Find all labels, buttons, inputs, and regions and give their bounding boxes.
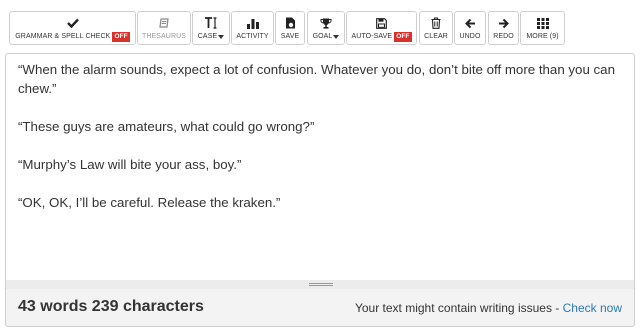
save-button[interactable]: SAVE	[275, 11, 305, 45]
grip-icon	[309, 283, 333, 286]
paragraph[interactable]: “OK, OK, I’ll be careful. Release the kr…	[18, 193, 622, 212]
auto-save-off-badge: OFF	[394, 31, 412, 42]
activity-label: ACTIVITY	[236, 33, 269, 40]
floppy-disk-icon	[376, 12, 387, 31]
undo-button[interactable]: UNDO	[454, 11, 486, 45]
issues-text: Your text might contain writing issues -	[354, 301, 563, 315]
clear-label: CLEAR	[424, 33, 448, 40]
editor-content[interactable]: “When the alarm sounds, expect a lot of …	[18, 60, 622, 231]
more-label: MORE (9)	[526, 33, 559, 40]
toolbar: GRAMMAR & SPELL CHECK OFF THESAURUS CASE …	[0, 0, 640, 48]
bar-chart-icon	[246, 12, 259, 31]
resize-handle[interactable]	[5, 280, 635, 289]
arrow-right-icon	[498, 12, 509, 31]
text-editor[interactable]: “When the alarm sounds, expect a lot of …	[5, 53, 635, 283]
checkmark-icon	[66, 12, 79, 31]
grammar-label: GRAMMAR & SPELL CHECK	[15, 33, 111, 40]
check-now-link[interactable]: Check now	[563, 301, 622, 315]
clear-button[interactable]: CLEAR	[419, 11, 453, 45]
more-button[interactable]: MORE (9)	[520, 11, 565, 45]
save-label: SAVE	[280, 33, 300, 40]
trash-icon	[431, 12, 441, 31]
activity-button[interactable]: ACTIVITY	[231, 11, 274, 45]
grammar-spell-check-button[interactable]: GRAMMAR & SPELL CHECK OFF	[9, 11, 136, 45]
paragraph[interactable]: “Murphy’s Law will bite your ass, boy.”	[18, 155, 622, 174]
thesaurus-button[interactable]: THESAURUS	[137, 11, 191, 45]
writing-issues-notice: Your text might contain writing issues -…	[355, 301, 622, 315]
chevron-down-icon	[218, 34, 225, 39]
arrow-left-icon	[464, 12, 476, 31]
grid-icon	[536, 12, 549, 31]
undo-label: UNDO	[459, 33, 481, 40]
goal-label: GOAL	[312, 33, 333, 40]
auto-save-button[interactable]: AUTO-SAVE OFF	[346, 11, 417, 45]
goal-button[interactable]: GOAL	[307, 11, 345, 45]
auto-save-label: AUTO-SAVE	[351, 33, 393, 40]
paragraph[interactable]: “These guys are amateurs, what could go …	[18, 117, 622, 136]
word-character-count: 43 words 239 characters	[18, 298, 204, 315]
case-button[interactable]: CASE	[192, 11, 230, 45]
chevron-down-icon	[333, 34, 340, 39]
grammar-off-badge: OFF	[112, 31, 130, 42]
trophy-icon	[320, 12, 332, 31]
save-file-icon	[285, 12, 296, 31]
thesaurus-label: THESAURUS	[141, 33, 187, 40]
redo-button[interactable]: REDO	[488, 11, 519, 45]
text-case-icon	[204, 12, 218, 31]
book-icon	[159, 12, 169, 31]
redo-label: REDO	[493, 33, 514, 40]
paragraph[interactable]: “When the alarm sounds, expect a lot of …	[18, 60, 622, 98]
status-bar: 43 words 239 characters Your text might …	[5, 289, 635, 327]
case-label: CASE	[197, 33, 218, 40]
